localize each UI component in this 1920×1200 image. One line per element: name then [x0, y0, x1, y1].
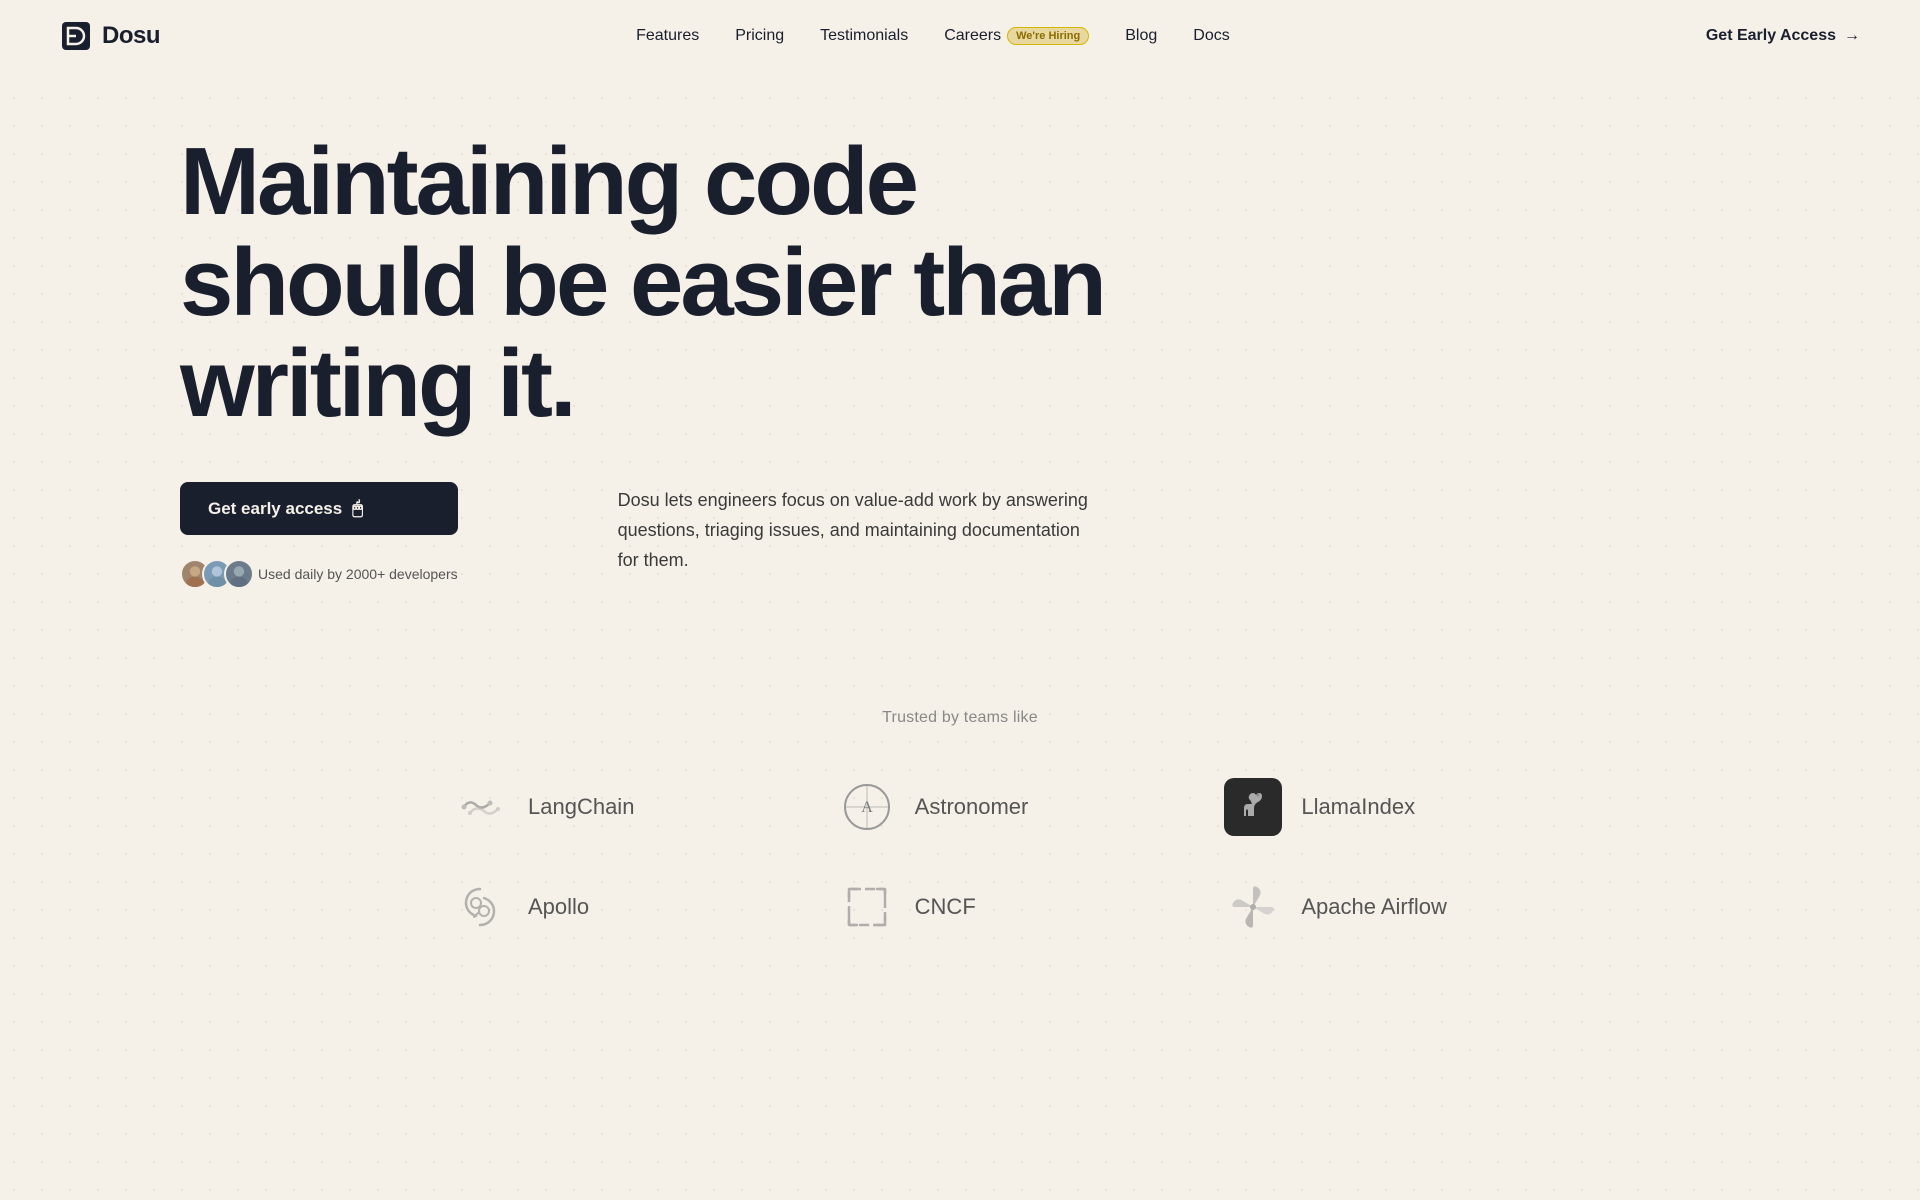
hero-bottom: Get early access 🖱 [180, 482, 1860, 589]
nav-careers[interactable]: CareersWe're Hiring [944, 27, 1089, 44]
llamaindex-name: LlamaIndex [1301, 794, 1415, 820]
astronomer-logo: A [837, 777, 897, 837]
trusted-section: Trusted by teams like LangChain [0, 629, 1920, 997]
social-proof: Used daily by 2000+ developers [180, 559, 458, 589]
langchain-name: LangChain [528, 794, 634, 820]
company-llamaindex: LlamaIndex [1183, 777, 1510, 837]
airflow-logo [1223, 877, 1283, 937]
logo-link[interactable]: Dosu [60, 20, 160, 52]
hero-headline: Maintaining code should be easier than w… [180, 132, 1160, 434]
cncf-name: CNCF [915, 894, 976, 920]
companies-grid: LangChain A Astronomer [410, 777, 1510, 937]
company-astronomer: A Astronomer [797, 777, 1124, 837]
nav-features[interactable]: Features [636, 27, 699, 44]
cursor-icon: 🖱 [352, 498, 363, 519]
hiring-badge: We're Hiring [1007, 27, 1089, 45]
trusted-label: Trusted by teams like [60, 709, 1860, 727]
nav-blog[interactable]: Blog [1125, 27, 1157, 44]
navbar: Dosu Features Pricing Testimonials Caree… [0, 0, 1920, 72]
company-langchain: LangChain [410, 777, 737, 837]
nav-cta-button[interactable]: Get Early Access → [1706, 27, 1860, 45]
airflow-name: Apache Airflow [1301, 894, 1447, 920]
cncf-logo [837, 877, 897, 937]
apollo-name: Apollo [528, 894, 589, 920]
hero-cta-button[interactable]: Get early access 🖱 [180, 482, 458, 535]
social-proof-text: Used daily by 2000+ developers [258, 566, 458, 582]
hero-description: Dosu lets engineers focus on value-add w… [618, 486, 1098, 575]
avatar-group [180, 559, 246, 589]
apollo-logo [450, 877, 510, 937]
astronomer-name: Astronomer [915, 794, 1029, 820]
nav-testimonials[interactable]: Testimonials [820, 27, 908, 44]
company-apollo: Apollo [410, 877, 737, 937]
logo-icon [60, 20, 92, 52]
hero-left: Get early access 🖱 [180, 482, 458, 589]
llamaindex-logo [1223, 777, 1283, 837]
svg-text:A: A [861, 799, 873, 816]
hero-section: Maintaining code should be easier than w… [0, 72, 1920, 629]
avatar [224, 559, 254, 589]
company-cncf: CNCF [797, 877, 1124, 937]
langchain-logo [450, 777, 510, 837]
nav-links: Features Pricing Testimonials CareersWe'… [636, 27, 1230, 45]
logo-text: Dosu [102, 22, 160, 50]
nav-pricing[interactable]: Pricing [735, 27, 784, 44]
company-airflow: Apache Airflow [1183, 877, 1510, 937]
nav-docs[interactable]: Docs [1193, 27, 1229, 44]
